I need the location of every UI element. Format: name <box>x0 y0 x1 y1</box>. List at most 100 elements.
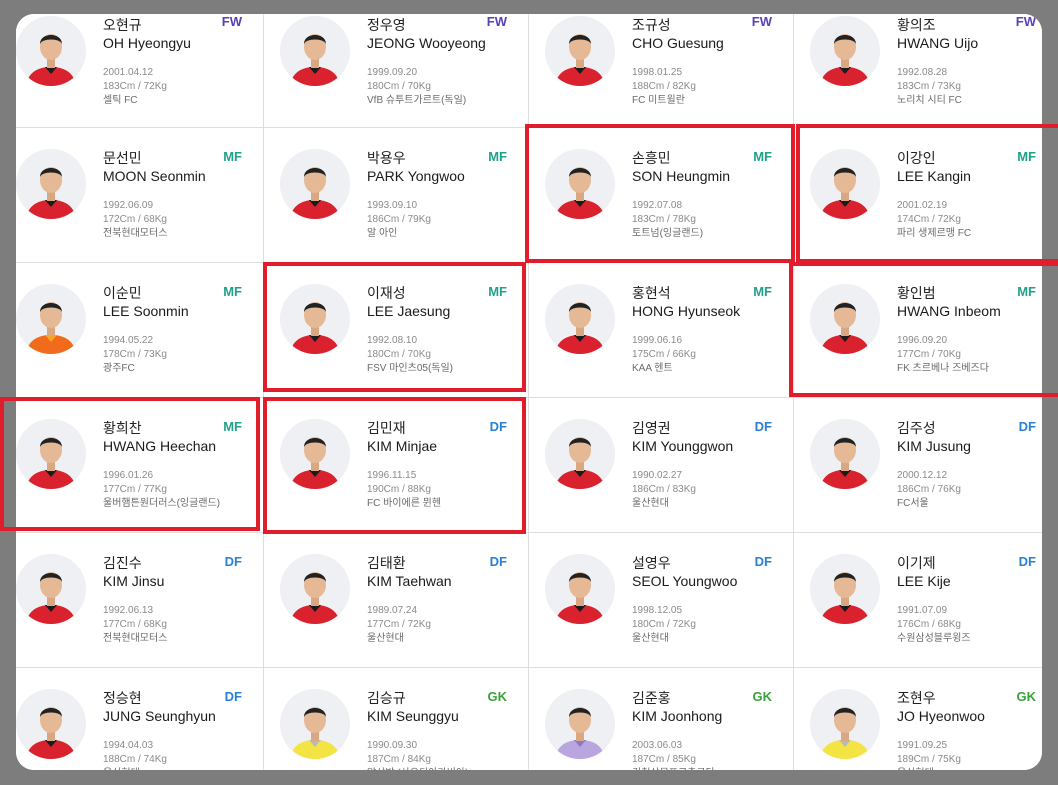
player-card[interactable]: 손흥민 SON Heungmin 1992.07.08 183Cm / 78Kg 토트넘… <box>529 128 794 263</box>
player-info: 김영권 KIM Younggwon 1990.02.27 186Cm / 83Kg 울산… <box>632 419 733 511</box>
player-card[interactable]: 이강인 LEE Kangin 2001.02.19 174Cm / 72Kg 파리 생제… <box>794 128 1042 263</box>
player-position-badge: FW <box>751 14 772 29</box>
player-name-ko: 김주성 <box>897 420 936 436</box>
player-avatar <box>810 419 880 489</box>
player-meta: 1991.07.09 176Cm / 68Kg 수원삼성블루윙즈 <box>897 604 971 646</box>
player-card[interactable]: 정승현 JUNG Seunghyun 1994.04.03 188Cm / 74Kg 울… <box>16 668 264 770</box>
player-card[interactable]: 황희찬 HWANG Heechan 1996.01.26 177Cm / 77Kg 울버… <box>16 398 264 533</box>
player-card[interactable]: 김준홍 KIM Joonhong 2003.06.03 187Cm / 85Kg 김천상… <box>529 668 794 770</box>
player-height-weight: 189Cm / 75Kg <box>897 754 961 765</box>
player-position-badge: FW <box>221 14 242 29</box>
player-card[interactable]: 김민재 KIM Minjae 1996.11.15 190Cm / 88Kg FC 바이… <box>264 398 529 533</box>
player-birthdate: 1996.11.15 <box>367 470 417 481</box>
player-height-weight: 183Cm / 73Kg <box>897 81 961 92</box>
player-card[interactable]: 김진수 KIM Jinsu 1992.06.13 177Cm / 68Kg 전북현대모터… <box>16 533 264 668</box>
player-name-en: HWANG Inbeom <box>897 303 1001 319</box>
player-card[interactable]: 김주성 KIM Jusung 2000.12.12 186Cm / 76Kg FC서울 D… <box>794 398 1042 533</box>
player-position-badge: DF <box>1018 554 1036 569</box>
player-card[interactable]: 문선민 MOON Seonmin 1992.06.09 172Cm / 68Kg 전북현… <box>16 128 264 263</box>
player-height-weight: 180Cm / 70Kg <box>367 81 431 92</box>
player-card[interactable]: 황의조 HWANG Uijo 1992.08.28 183Cm / 73Kg 노리치 시… <box>794 14 1042 128</box>
player-club: 김천상무프로축구단 <box>632 767 722 770</box>
player-card[interactable]: 조현우 JO Hyeonwoo 1991.09.25 189Cm / 75Kg 울산현대… <box>794 668 1042 770</box>
player-height-weight: 183Cm / 72Kg <box>103 81 167 92</box>
player-name-en: KIM Joonhong <box>632 708 723 724</box>
player-card[interactable]: 이재성 LEE Jaesung 1992.08.10 180Cm / 70Kg FSV … <box>264 263 529 398</box>
player-card[interactable]: 김영권 KIM Younggwon 1990.02.27 186Cm / 83Kg 울산… <box>529 398 794 533</box>
player-avatar <box>16 554 86 624</box>
player-info: 조현우 JO Hyeonwoo 1991.09.25 189Cm / 75Kg 울산현대 <box>897 689 985 770</box>
player-photo <box>16 419 86 489</box>
player-height-weight: 178Cm / 73Kg <box>103 349 167 360</box>
player-card[interactable]: 박용우 PARK Yongwoo 1993.09.10 186Cm / 79Kg 알 아… <box>264 128 529 263</box>
player-name-en: PARK Yongwoo <box>367 168 465 184</box>
player-birthdate: 1996.01.26 <box>103 470 154 481</box>
player-position-badge: MF <box>1017 149 1036 164</box>
player-card[interactable]: 김승규 KIM Seunggyu 1990.09.30 187Cm / 84Kg 알샤밥… <box>264 668 529 770</box>
player-name-ko: 정승현 <box>103 690 142 706</box>
player-card[interactable]: 설영우 SEOL Youngwoo 1998.12.05 180Cm / 72Kg 울산… <box>529 533 794 668</box>
player-card[interactable]: 이순민 LEE Soonmin 1994.05.22 178Cm / 73Kg 광주FC… <box>16 263 264 398</box>
player-height-weight: 180Cm / 70Kg <box>367 349 431 360</box>
player-card[interactable]: 김태환 KIM Taehwan 1989.07.24 177Cm / 72Kg 울산현대… <box>264 533 529 668</box>
player-name-en: KIM Younggwon <box>632 438 734 454</box>
player-height-weight: 175Cm / 66Kg <box>632 349 696 360</box>
player-meta: 1990.02.27 186Cm / 83Kg 울산현대 <box>632 469 733 511</box>
player-meta: 1999.06.16 175Cm / 66Kg KAA 헨트 <box>632 334 740 376</box>
player-height-weight: 172Cm / 68Kg <box>103 214 167 225</box>
player-birthdate: 1998.01.25 <box>632 67 683 78</box>
player-birthdate: 1991.07.09 <box>897 605 948 616</box>
player-name-en: SEOL Youngwoo <box>632 573 738 589</box>
player-card[interactable]: 오현규 OH Hyeongyu 2001.04.12 183Cm / 72Kg 셀틱 F… <box>16 14 264 128</box>
player-card[interactable]: 정우영 JEONG Wooyeong 1999.09.20 180Cm / 70Kg V… <box>264 14 529 128</box>
player-position-badge: DF <box>754 554 772 569</box>
player-info: 설영우 SEOL Youngwoo 1998.12.05 180Cm / 72Kg 울산… <box>632 554 737 646</box>
player-photo <box>16 554 86 624</box>
player-height-weight: 187Cm / 85Kg <box>632 754 696 765</box>
player-photo <box>280 554 350 624</box>
player-avatar <box>280 149 350 219</box>
player-info: 오현규 OH Hyeongyu 2001.04.12 183Cm / 72Kg 셀틱 F… <box>103 16 191 108</box>
player-info: 박용우 PARK Yongwoo 1993.09.10 186Cm / 79Kg 알 아… <box>367 149 465 241</box>
player-birthdate: 1993.09.10 <box>367 200 418 211</box>
player-name-en: HWANG Uijo <box>897 35 979 51</box>
player-name-ko: 이강인 <box>897 150 936 166</box>
player-card[interactable]: 황인범 HWANG Inbeom 1996.09.20 177Cm / 70Kg FK … <box>794 263 1042 398</box>
player-meta: 1993.09.10 186Cm / 79Kg 알 아인 <box>367 199 465 241</box>
player-photo <box>280 16 350 86</box>
player-photo <box>545 16 615 86</box>
player-club: FK 츠르베나 즈베즈다 <box>897 363 989 374</box>
player-name-ko: 이순민 <box>103 285 142 301</box>
player-avatar <box>16 16 86 86</box>
player-birthdate: 1992.08.28 <box>897 67 948 78</box>
player-position-badge: DF <box>224 554 242 569</box>
player-club: 수원삼성블루윙즈 <box>897 633 971 644</box>
player-height-weight: 177Cm / 72Kg <box>367 619 431 630</box>
player-name-ko: 황인범 <box>897 285 936 301</box>
player-card[interactable]: 조규성 CHO Guesung 1998.01.25 188Cm / 82Kg FC 미… <box>529 14 794 128</box>
player-position-badge: DF <box>224 689 242 704</box>
player-photo <box>545 284 615 354</box>
player-photo <box>280 149 350 219</box>
player-info: 김진수 KIM Jinsu 1992.06.13 177Cm / 68Kg 전북현대모터… <box>103 554 167 646</box>
player-height-weight: 186Cm / 83Kg <box>632 484 696 495</box>
player-height-weight: 177Cm / 77Kg <box>103 484 167 495</box>
player-avatar <box>810 284 880 354</box>
player-photo <box>545 554 615 624</box>
player-card[interactable]: 홍현석 HONG Hyunseok 1999.06.16 175Cm / 66Kg KA… <box>529 263 794 398</box>
player-info: 김주성 KIM Jusung 2000.12.12 186Cm / 76Kg FC서울 <box>897 419 971 511</box>
player-photo <box>810 16 880 86</box>
player-photo <box>810 149 880 219</box>
player-position-badge: DF <box>489 554 507 569</box>
player-position-badge: GK <box>487 689 508 704</box>
player-height-weight: 176Cm / 68Kg <box>897 619 961 630</box>
player-name-ko: 홍현석 <box>632 285 671 301</box>
player-meta: 2001.04.12 183Cm / 72Kg 셀틱 FC <box>103 66 191 108</box>
player-position-badge: MF <box>753 284 772 299</box>
player-info: 홍현석 HONG Hyunseok 1999.06.16 175Cm / 66Kg KA… <box>632 284 740 376</box>
player-info: 문선민 MOON Seonmin 1992.06.09 172Cm / 68Kg 전북현… <box>103 149 206 241</box>
player-name-ko: 설영우 <box>632 555 671 571</box>
player-card[interactable]: 이기제 LEE Kije 1991.07.09 176Cm / 68Kg 수원삼성블루윙… <box>794 533 1042 668</box>
player-meta: 1994.04.03 188Cm / 74Kg 울산현대 <box>103 739 216 770</box>
player-position-badge: FW <box>486 14 507 29</box>
